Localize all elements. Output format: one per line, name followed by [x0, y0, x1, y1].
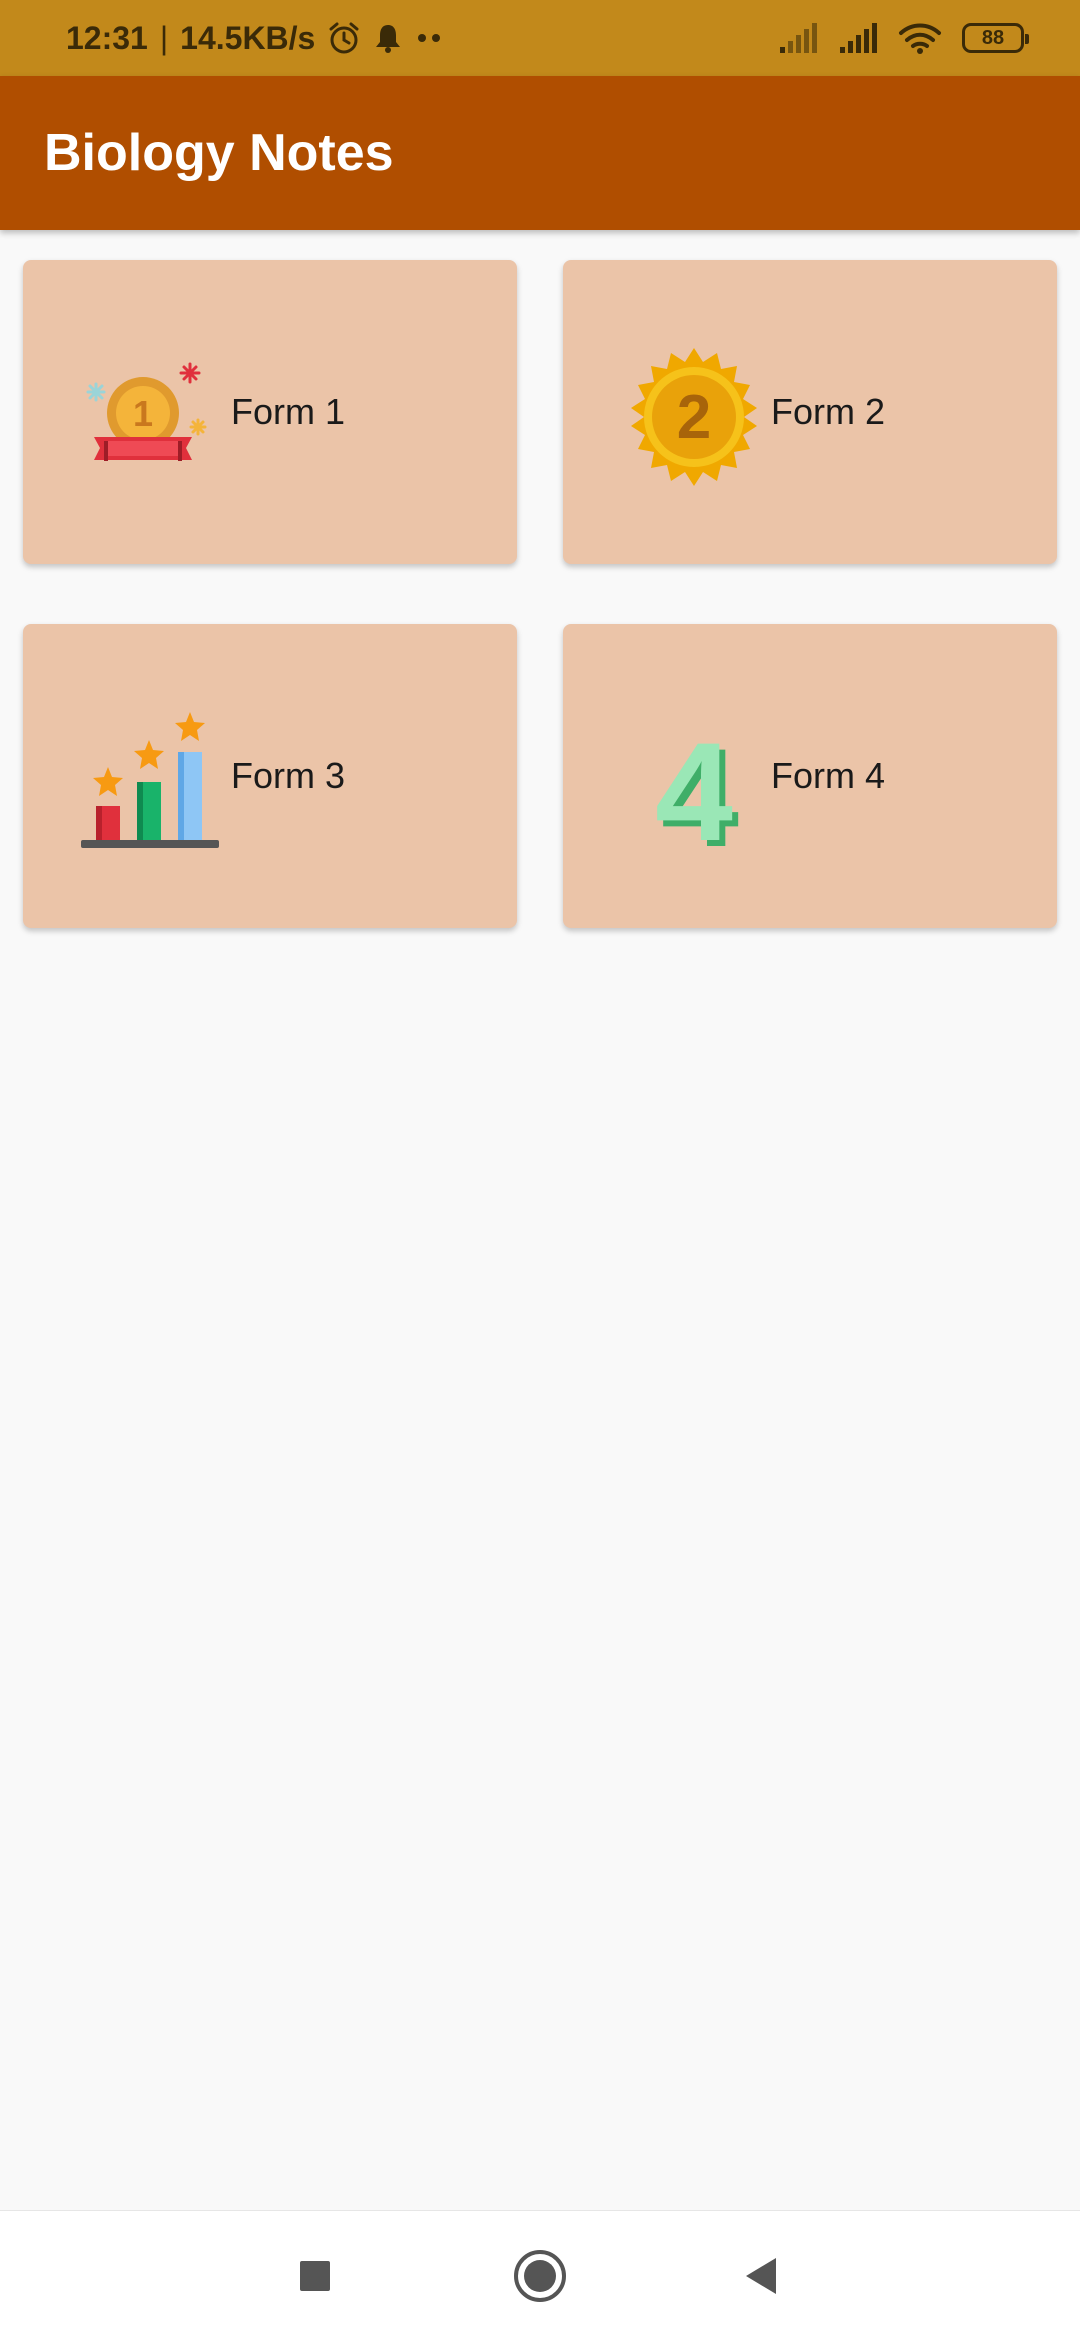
- alarm-icon: [329, 22, 359, 54]
- form-4-card[interactable]: 4 4 Form 4: [563, 624, 1057, 928]
- number-4-icon: 4 4: [655, 713, 739, 856]
- form-1-card[interactable]: 1 Form 1: [23, 260, 517, 564]
- svg-text:1: 1: [133, 393, 153, 434]
- app-bar: Biology Notes: [0, 76, 1080, 230]
- recents-square-icon[interactable]: [285, 2246, 345, 2306]
- back-triangle-icon[interactable]: [732, 2246, 792, 2306]
- status-separator: |: [159, 19, 169, 56]
- wifi-icon: [899, 23, 941, 54]
- status-time: 12:31: [66, 19, 148, 56]
- form-2-label: Form 2: [771, 391, 886, 432]
- status-right: 88: [778, 0, 1029, 76]
- svg-text:4: 4: [655, 713, 733, 856]
- svg-text:2: 2: [677, 383, 711, 452]
- network-speed: 14.5KB/s: [180, 19, 316, 56]
- form-4-label: Form 4: [771, 755, 886, 796]
- status-bar: 12:31 | 14.5KB/s 88: [0, 0, 1080, 76]
- signal-icon: [840, 23, 877, 53]
- form-2-card[interactable]: 2 Form 2: [563, 260, 1057, 564]
- signal-icon: [780, 23, 817, 53]
- form-3-card[interactable]: Form 3: [23, 624, 517, 928]
- medal-1-icon: 1: [86, 362, 207, 461]
- form-1-label: Form 1: [231, 391, 346, 432]
- bar-chart-stars-icon: [81, 712, 219, 848]
- form-3-label: Form 3: [231, 755, 346, 796]
- home-circle-icon[interactable]: [510, 2246, 570, 2306]
- notification-bell-icon: [376, 25, 401, 53]
- page-title: Biology Notes: [44, 124, 394, 182]
- status-left: 12:31 | 14.5KB/s: [66, 0, 445, 76]
- battery-level: 88: [981, 26, 1005, 49]
- system-nav-bar: [0, 2210, 1080, 2341]
- battery-icon: 88: [962, 23, 1029, 53]
- badge-2-icon: 2: [631, 348, 757, 486]
- more-dots-icon: [418, 34, 441, 42]
